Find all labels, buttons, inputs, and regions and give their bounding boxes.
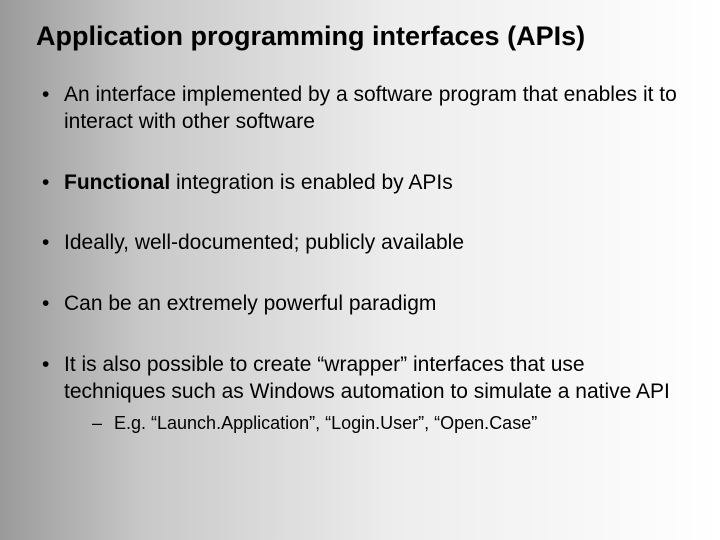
bullet-item: Can be an extremely powerful paradigm: [36, 291, 684, 318]
bullet-text: It is also possible to create “wrapper” …: [64, 353, 670, 403]
sub-bullet-list: E.g. “Launch.Application”, “Login.User”,…: [64, 412, 684, 435]
bullet-text: Can be an extremely powerful paradigm: [64, 292, 436, 315]
bullet-item: It is also possible to create “wrapper” …: [36, 352, 684, 435]
sub-bullet-text: E.g. “Launch.Application”, “Login.User”,…: [114, 413, 537, 433]
bullet-list: An interface implemented by a software p…: [36, 82, 684, 436]
bullet-text: integration is enabled by APIs: [170, 171, 453, 194]
slide-title: Application programming interfaces (APIs…: [36, 20, 684, 54]
bullet-item: Functional integration is enabled by API…: [36, 170, 684, 197]
slide: Application programming interfaces (APIs…: [0, 0, 720, 540]
bullet-item: Ideally, well-documented; publicly avail…: [36, 230, 684, 257]
bullet-text: Ideally, well-documented; publicly avail…: [64, 231, 464, 254]
sub-bullet-item: E.g. “Launch.Application”, “Login.User”,…: [86, 412, 684, 435]
bullet-text: An interface implemented by a software p…: [64, 83, 677, 133]
bullet-bold: Functional: [64, 171, 170, 194]
bullet-item: An interface implemented by a software p…: [36, 82, 684, 136]
